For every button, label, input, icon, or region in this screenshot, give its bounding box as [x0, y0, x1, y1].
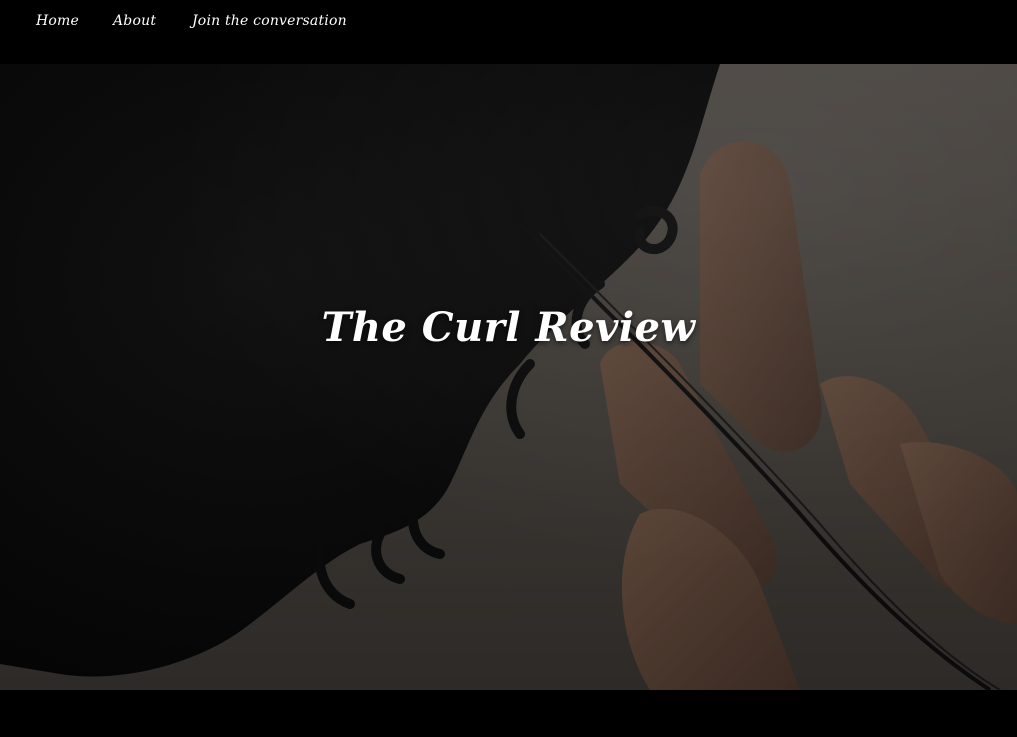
nav-link-join-the-conversation[interactable]: Join the conversation [192, 13, 347, 29]
footer-band [0, 690, 1017, 737]
hero-banner: The Curl Review [0, 64, 1017, 690]
top-navigation: Home About Join the conversation [0, 0, 1017, 64]
hero-darken-overlay [0, 64, 1017, 690]
nav-link-about[interactable]: About [113, 13, 156, 29]
hero-title: The Curl Review [321, 304, 696, 351]
nav-link-home[interactable]: Home [36, 13, 79, 29]
